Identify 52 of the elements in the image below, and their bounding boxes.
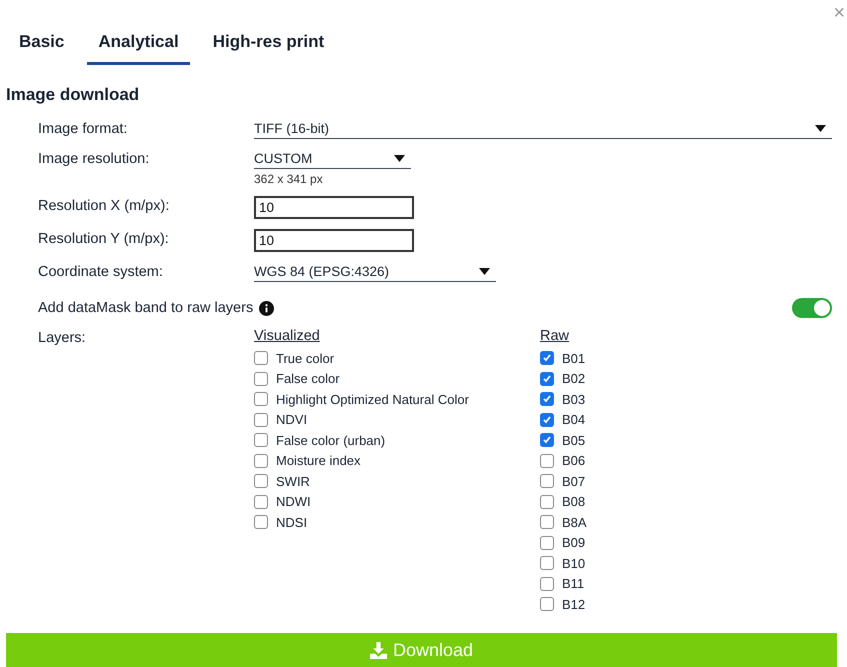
layer-checkbox[interactable]: B01 (540, 348, 586, 368)
tab[interactable]: Analytical (87, 28, 190, 65)
datamask-label: Add dataMask band to raw layers (38, 299, 254, 318)
layer-checkbox[interactable]: SWIR (254, 471, 310, 492)
input-field[interactable]: 10 (254, 196, 414, 219)
download-icon (370, 642, 387, 658)
input-field[interactable]: 10 (254, 229, 414, 252)
resolution-note: 362 x 341 px (254, 172, 324, 186)
caret-icon (394, 155, 405, 162)
column-title: Visualized (254, 328, 320, 344)
field-label: Resolution Y (m/px): (38, 230, 170, 249)
field-label: Resolution X (m/px): (38, 197, 170, 216)
layer-checkbox[interactable]: B8A (540, 512, 587, 532)
check-icon (542, 353, 552, 364)
dropdown[interactable]: WGS 84 (EPSG:4326) (254, 262, 496, 282)
info-icon[interactable] (259, 300, 274, 316)
caret-icon (479, 268, 490, 275)
tab[interactable]: High-res print (202, 28, 336, 65)
layer-checkbox[interactable]: Moisture index (254, 450, 361, 471)
layer-checkbox[interactable]: B09 (540, 532, 586, 553)
layer-checkbox[interactable]: B02 (540, 368, 586, 389)
layer-checkbox[interactable]: False color (254, 368, 340, 389)
field-label: Coordinate system: (38, 263, 164, 282)
check-icon (542, 374, 552, 384)
check-icon (542, 394, 552, 404)
layer-checkbox[interactable]: B11 (540, 574, 584, 594)
layer-checkbox[interactable]: B05 (540, 430, 586, 450)
caret-icon (815, 125, 826, 132)
layer-checkbox[interactable]: B07 (540, 471, 586, 492)
field-label: Layers: (38, 329, 87, 348)
column-title: Raw (540, 328, 570, 344)
layer-checkbox[interactable]: B10 (540, 553, 586, 574)
layer-checkbox[interactable]: True color (254, 348, 334, 368)
layer-checkbox[interactable]: NDSI (254, 512, 308, 532)
tab[interactable]: Basic (8, 28, 76, 65)
layer-checkbox[interactable]: B08 (540, 492, 586, 512)
layer-checkbox[interactable]: B04 (540, 410, 586, 430)
layer-checkbox[interactable]: NDVI (254, 410, 308, 430)
field-label: Image resolution: (38, 150, 150, 169)
layer-checkbox[interactable]: False color (urban) (254, 430, 386, 450)
layer-checkbox[interactable]: B06 (540, 450, 586, 471)
check-icon (542, 414, 552, 425)
check-icon (542, 435, 552, 446)
dropdown[interactable]: CUSTOM (254, 149, 411, 169)
toggle-switch[interactable] (792, 298, 832, 318)
dropdown[interactable]: TIFF (16-bit) (254, 119, 832, 139)
field-label: Image format: (38, 120, 128, 139)
layer-checkbox[interactable]: NDWI (254, 492, 311, 512)
layer-checkbox[interactable]: B03 (540, 389, 586, 410)
section-title: Image download (5, 84, 140, 105)
layer-checkbox[interactable]: Highlight Optimized Natural Color (254, 389, 469, 410)
layer-checkbox[interactable]: B12 (540, 594, 586, 614)
